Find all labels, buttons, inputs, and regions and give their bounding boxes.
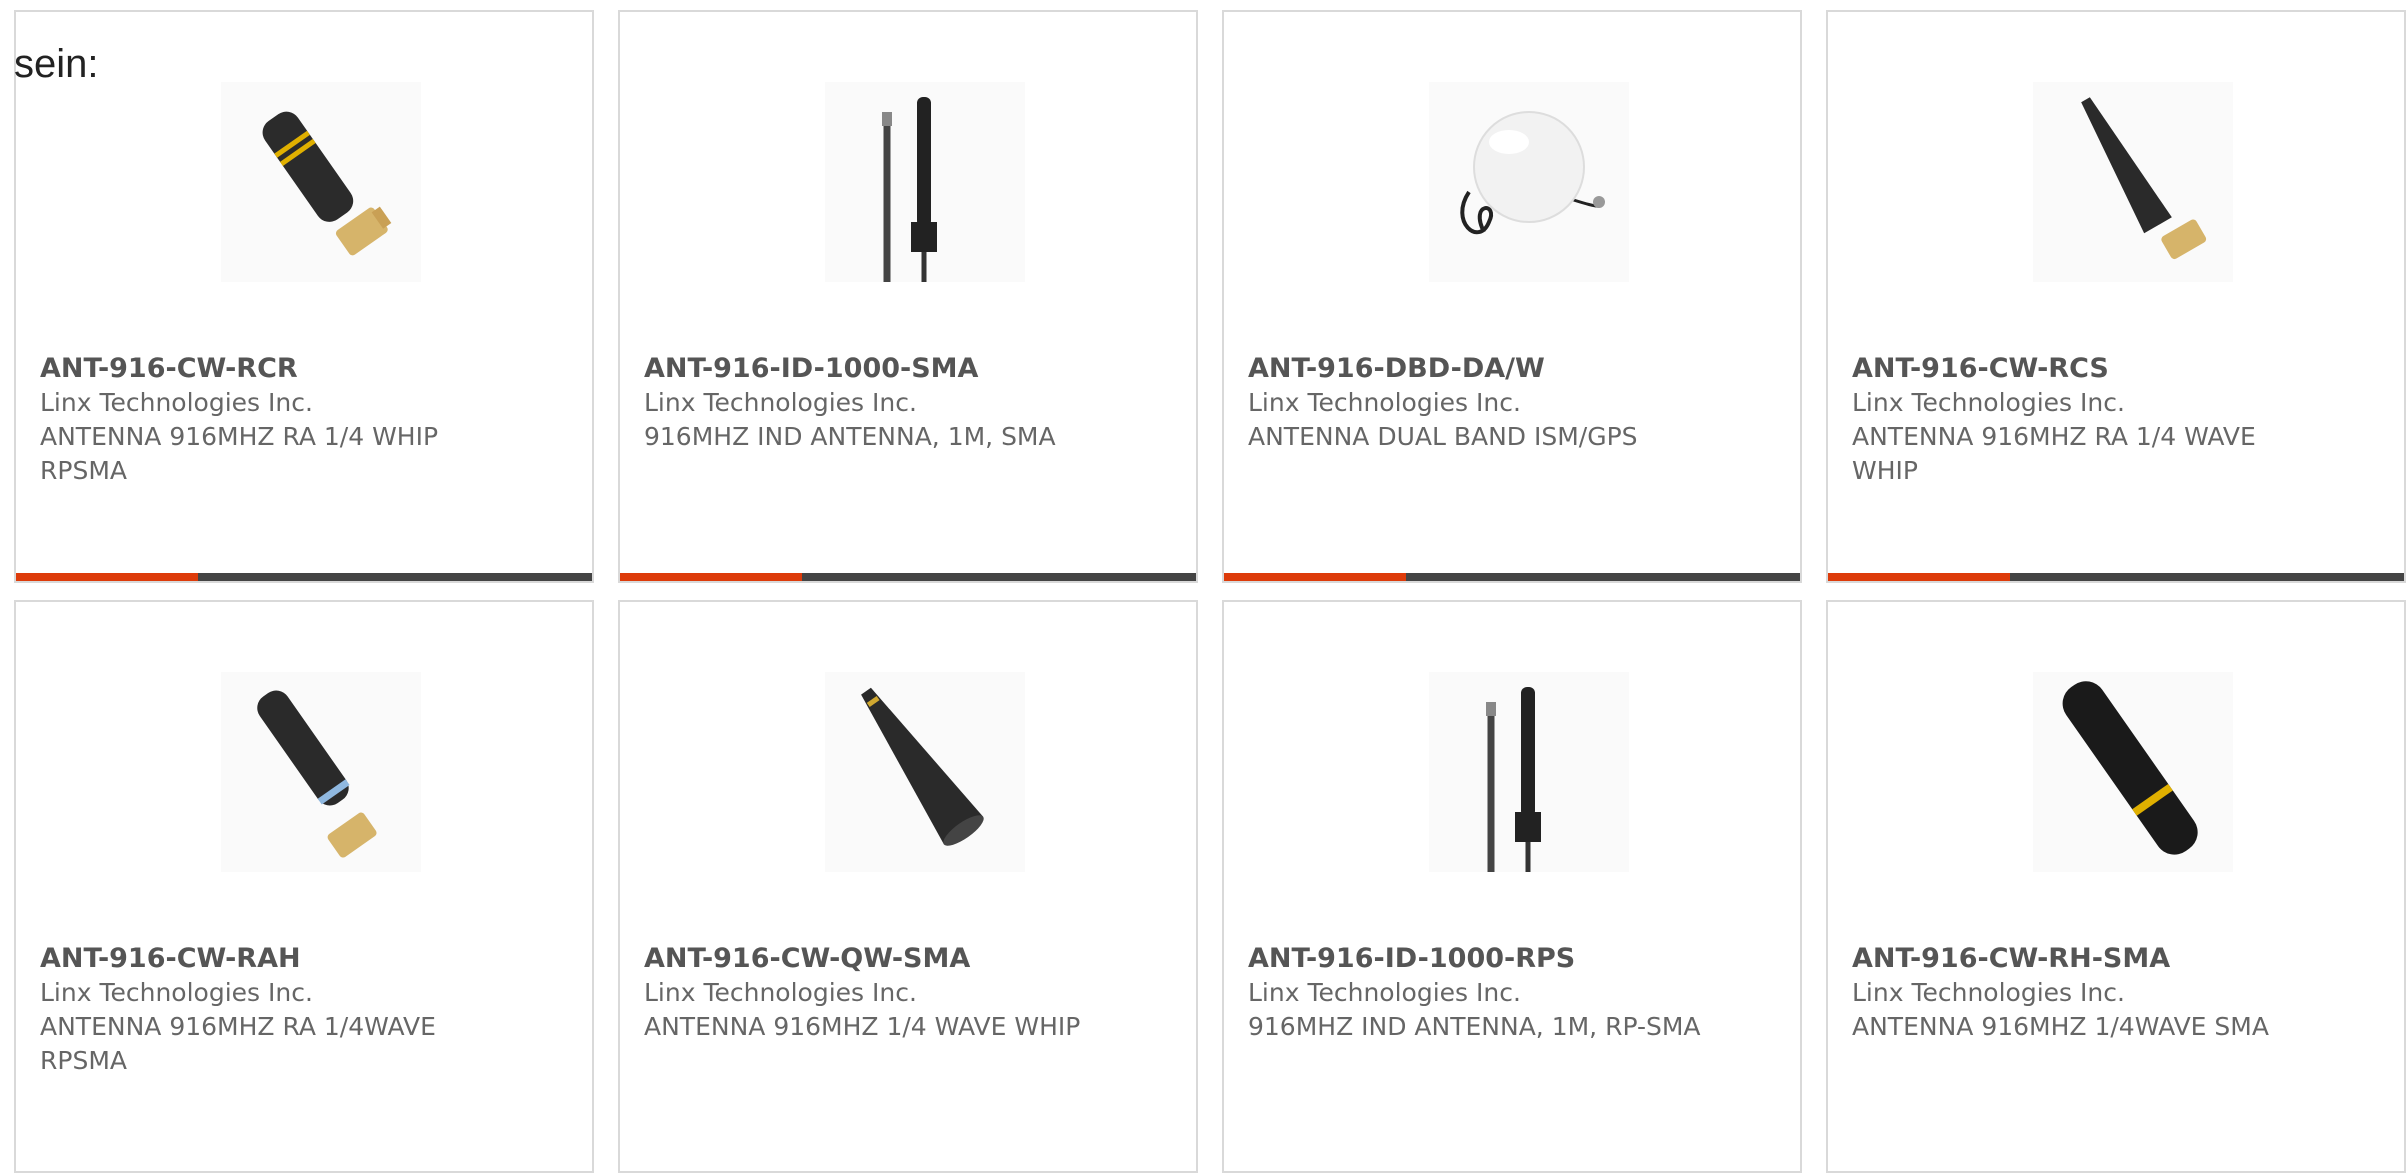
card-bar <box>1828 573 2404 581</box>
part-number-link[interactable]: ANT-916-ID-1000-SMA <box>644 352 1114 386</box>
part-number-link[interactable]: ANT-916-CW-QW-SMA <box>644 942 1114 976</box>
intro-text: sein: <box>14 42 99 86</box>
description-label: ANTENNA DUAL BAND ISM/GPS <box>1248 422 1638 451</box>
description-label: ANTENNA 916MHZ 1/4WAVE SMA <box>1852 1012 2269 1041</box>
card-accent <box>1224 573 1406 581</box>
manufacturer-label: Linx Technologies Inc. <box>1248 978 1521 1007</box>
description-label: ANTENNA 916MHZ RA 1/4 WAVE WHIP <box>1852 422 2256 485</box>
manufacturer-label: Linx Technologies Inc. <box>1248 388 1521 417</box>
card-accent <box>16 573 198 581</box>
stubby-antenna-right-angle-image[interactable] <box>221 82 421 282</box>
card-bar <box>1224 573 1800 581</box>
dome-antenna-image[interactable] <box>1429 82 1629 282</box>
description-label: 916MHZ IND ANTENNA, 1M, RP-SMA <box>1248 1012 1701 1041</box>
card-accent <box>1828 573 2010 581</box>
straight-stubby-antenna-image[interactable] <box>2033 672 2233 872</box>
product-card[interactable]: ANT-916-CW-RCR Linx Technologies Inc. AN… <box>14 10 594 583</box>
description-label: 916MHZ IND ANTENNA, 1M, SMA <box>644 422 1056 451</box>
tapered-antenna-image[interactable] <box>825 672 1025 872</box>
part-number-link[interactable]: ANT-916-CW-RCR <box>40 352 510 386</box>
product-card[interactable]: ANT-916-CW-RCS Linx Technologies Inc. AN… <box>1826 10 2406 583</box>
product-card[interactable]: ANT-916-CW-RH-SMA Linx Technologies Inc.… <box>1826 600 2406 1173</box>
mast-antenna-with-cable-image[interactable] <box>825 82 1025 282</box>
part-number-link[interactable]: ANT-916-CW-RAH <box>40 942 510 976</box>
part-number-link[interactable]: ANT-916-CW-RCS <box>1852 352 2322 386</box>
card-accent <box>620 573 802 581</box>
product-card[interactable]: ANT-916-ID-1000-SMA Linx Technologies In… <box>618 10 1198 583</box>
product-card[interactable]: ANT-916-ID-1000-RPS Linx Technologies In… <box>1222 600 1802 1173</box>
description-label: ANTENNA 916MHZ RA 1/4WAVE RPSMA <box>40 1012 436 1075</box>
part-number-link[interactable]: ANT-916-ID-1000-RPS <box>1248 942 1718 976</box>
mast-antenna-with-cable-image[interactable] <box>1429 672 1629 872</box>
manufacturer-label: Linx Technologies Inc. <box>40 388 313 417</box>
manufacturer-label: Linx Technologies Inc. <box>644 388 917 417</box>
manufacturer-label: Linx Technologies Inc. <box>1852 388 2125 417</box>
manufacturer-label: Linx Technologies Inc. <box>40 978 313 1007</box>
card-bar <box>16 573 592 581</box>
manufacturer-label: Linx Technologies Inc. <box>1852 978 2125 1007</box>
manufacturer-label: Linx Technologies Inc. <box>644 978 917 1007</box>
description-label: ANTENNA 916MHZ 1/4 WAVE WHIP <box>644 1012 1081 1041</box>
product-card[interactable]: ANT-916-DBD-DA/W Linx Technologies Inc. … <box>1222 10 1802 583</box>
stubby-antenna-blue-band-image[interactable] <box>221 672 421 872</box>
whip-antenna-right-angle-image[interactable] <box>2033 82 2233 282</box>
description-label: ANTENNA 916MHZ RA 1/4 WHIP RPSMA <box>40 422 439 485</box>
part-number-link[interactable]: ANT-916-CW-RH-SMA <box>1852 942 2322 976</box>
product-card[interactable]: ANT-916-CW-RAH Linx Technologies Inc. AN… <box>14 600 594 1173</box>
card-bar <box>620 573 1196 581</box>
part-number-link[interactable]: ANT-916-DBD-DA/W <box>1248 352 1718 386</box>
product-card[interactable]: ANT-916-CW-QW-SMA Linx Technologies Inc.… <box>618 600 1198 1173</box>
